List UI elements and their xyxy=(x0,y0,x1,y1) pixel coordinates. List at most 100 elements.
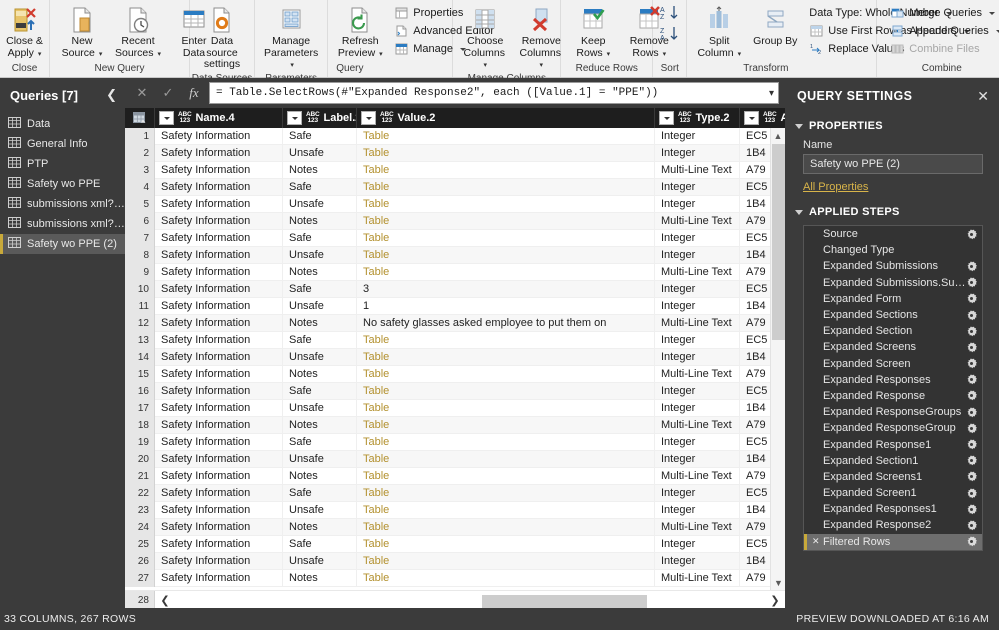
table-row[interactable]: 14 Safety Information Unsafe Table Integer 1B… xyxy=(125,348,785,366)
table-row[interactable]: 6 Safety Information Notes Table Multi-Line … xyxy=(125,212,785,230)
table-row[interactable]: 18 Safety Information Notes Table Multi-Line… xyxy=(125,416,785,434)
filter-dropdown-icon[interactable] xyxy=(659,111,674,125)
table-row[interactable]: 17 Safety Information Unsafe Table Integer 1B… xyxy=(125,399,785,417)
chevron-down-icon[interactable]: ▾ xyxy=(540,62,544,69)
column-header-type2[interactable]: ABC 123 Type.2 xyxy=(655,108,740,128)
applied-steps-section-header[interactable]: APPLIED STEPS xyxy=(785,197,999,223)
table-row[interactable]: 13 Safety Information Safe Table Integer EC5 xyxy=(125,331,785,349)
table-cell-value[interactable]: Table xyxy=(357,399,655,417)
table-row[interactable]: 24 Safety Information Notes Table Multi-Line… xyxy=(125,518,785,536)
group-by-button[interactable]: Group By xyxy=(747,3,803,50)
table-cell-value[interactable]: Table xyxy=(357,348,655,366)
gear-icon[interactable] xyxy=(966,374,977,385)
table-row[interactable]: 1 Safety Information Safe Table Integer EC5 xyxy=(125,128,785,145)
gear-icon[interactable] xyxy=(966,325,977,337)
applied-step-item[interactable]: Expanded Sections xyxy=(804,307,982,323)
table-cell-value[interactable]: Table xyxy=(357,128,655,145)
table-row[interactable]: 10 Safety Information Safe 3 Integer EC5 xyxy=(125,280,785,298)
filter-dropdown-icon[interactable] xyxy=(159,111,174,125)
applied-step-item[interactable]: Expanded Screens1 xyxy=(804,469,982,485)
delete-step-icon[interactable]: ✕ xyxy=(812,536,823,547)
table-cell-value[interactable]: Table xyxy=(357,467,655,485)
table-cell-value[interactable]: Table xyxy=(357,569,655,587)
table-cell-value[interactable]: Table xyxy=(357,246,655,264)
applied-step-item[interactable]: Expanded Screen1 xyxy=(804,485,982,501)
vertical-scrollbar-thumb[interactable] xyxy=(772,144,785,340)
gear-icon[interactable] xyxy=(966,406,977,418)
gear-icon[interactable] xyxy=(966,439,977,450)
chevron-down-icon[interactable] xyxy=(989,11,996,15)
table-cell-value[interactable]: Table xyxy=(357,263,655,281)
table-cell-value[interactable]: Table xyxy=(357,450,655,468)
table-cell-value[interactable]: Table xyxy=(357,212,655,230)
gear-icon[interactable] xyxy=(966,487,977,499)
applied-step-item[interactable]: ✕ Filtered Rows xyxy=(804,533,982,550)
table-cell-value[interactable]: Table xyxy=(357,144,655,162)
applied-step-item[interactable]: Expanded Section xyxy=(804,323,982,339)
table-cell-value[interactable]: Table xyxy=(357,518,655,536)
applied-step-item[interactable]: Expanded Submissions xyxy=(804,258,982,274)
chevron-left-icon[interactable]: ❮ xyxy=(155,594,175,607)
table-row[interactable]: 9 Safety Information Notes Table Multi-Line … xyxy=(125,263,785,281)
gear-icon[interactable] xyxy=(966,503,977,515)
table-row[interactable]: 16 Safety Information Safe Table Integer EC5 xyxy=(125,382,785,400)
all-properties-link[interactable]: All Properties xyxy=(785,174,868,197)
chevron-right-icon[interactable]: ❯ xyxy=(765,594,785,607)
query-list-item[interactable]: submissions xml?us... xyxy=(0,194,125,214)
chevron-down-icon[interactable]: ▾ xyxy=(290,62,294,69)
gear-icon[interactable] xyxy=(966,519,977,531)
table-cell-value[interactable]: Table xyxy=(357,433,655,451)
table-row[interactable]: 22 Safety Information Safe Table Integer EC5 xyxy=(125,484,785,502)
gear-icon[interactable] xyxy=(966,422,977,434)
applied-step-item[interactable]: Expanded Form xyxy=(804,291,982,307)
gear-icon[interactable] xyxy=(966,260,977,272)
keep-rows-button[interactable]: Keep Rows ▾ xyxy=(565,3,621,61)
table-row[interactable]: 15 Safety Information Notes Table Multi-Line… xyxy=(125,365,785,383)
table-row[interactable]: 23 Safety Information Unsafe Table Integer 1B… xyxy=(125,501,785,519)
table-cell-value[interactable]: Table xyxy=(357,484,655,502)
applied-step-item[interactable]: Expanded Response xyxy=(804,388,982,404)
chevron-down-icon[interactable]: ▾ xyxy=(765,88,774,99)
sort-descending-button[interactable]: Z A xyxy=(660,26,680,44)
query-list-item[interactable]: Safety wo PPE xyxy=(0,174,125,194)
table-row[interactable]: 7 Safety Information Safe Table Integer EC5 xyxy=(125,229,785,247)
query-list-item[interactable]: General Info xyxy=(0,134,125,154)
chevron-down-icon[interactable]: ▾ xyxy=(736,51,742,58)
formula-input[interactable]: = Table.SelectRows(#"Expanded Response2"… xyxy=(209,82,779,104)
close-icon[interactable]: ✕ xyxy=(977,89,989,103)
chevron-down-icon[interactable]: ▾ xyxy=(484,62,488,69)
applied-step-item[interactable]: Expanded ResponseGroup xyxy=(804,420,982,436)
query-list-item[interactable]: Data xyxy=(0,114,125,134)
applied-step-item[interactable]: Expanded Response1 xyxy=(804,436,982,452)
query-name-input[interactable]: Safety wo PPE (2) xyxy=(803,154,983,174)
sort-ascending-button[interactable]: A Z xyxy=(660,5,680,23)
column-header-label2[interactable]: ABC123 Label.2 xyxy=(283,108,357,128)
choose-columns-button[interactable]: Choose Columns ▾ xyxy=(457,3,513,73)
vertical-scrollbar[interactable]: ▲ ▼ xyxy=(770,128,785,590)
table-row[interactable]: 19 Safety Information Safe Table Integer EC5 xyxy=(125,433,785,451)
applied-step-item[interactable]: Expanded Responses1 xyxy=(804,501,982,517)
horizontal-scrollbar-thumb[interactable] xyxy=(481,594,647,608)
chevron-down-icon[interactable]: ▾ xyxy=(36,51,42,58)
gear-icon[interactable] xyxy=(966,358,977,369)
gear-icon[interactable] xyxy=(966,309,977,321)
recent-sources-button[interactable]: Recent Sources ▾ xyxy=(110,3,166,61)
close-and-apply-button[interactable]: Close & Apply ▾ xyxy=(0,3,53,61)
table-row[interactable]: 25 Safety Information Safe Table Integer EC5 xyxy=(125,535,785,553)
table-row[interactable]: 26 Safety Information Unsafe Table Integer 1B… xyxy=(125,552,785,570)
table-row[interactable]: 4 Safety Information Safe Table Integer EC5 xyxy=(125,178,785,196)
applied-step-item[interactable]: Expanded Response2 xyxy=(804,517,982,533)
table-cell-value[interactable]: Table xyxy=(357,195,655,213)
table-row[interactable]: 5 Safety Information Unsafe Table Integer 1B4 xyxy=(125,195,785,213)
table-cell-value[interactable]: Table xyxy=(357,501,655,519)
gear-icon[interactable] xyxy=(966,455,977,466)
properties-section-header[interactable]: PROPERTIES xyxy=(785,114,999,137)
manage-parameters-button[interactable]: Manage Parameters ▾ xyxy=(259,3,323,73)
filter-dropdown-icon[interactable] xyxy=(361,111,376,125)
table-row[interactable]: 27 Safety Information Notes Table Multi-Line… xyxy=(125,569,785,587)
applied-step-item[interactable]: Source xyxy=(804,226,982,242)
query-list-item[interactable]: Safety wo PPE (2) xyxy=(0,234,125,254)
table-cell-value[interactable]: Table xyxy=(357,552,655,570)
gear-icon[interactable] xyxy=(966,293,977,304)
table-row[interactable]: 3 Safety Information Notes Table Multi-Line … xyxy=(125,161,785,179)
